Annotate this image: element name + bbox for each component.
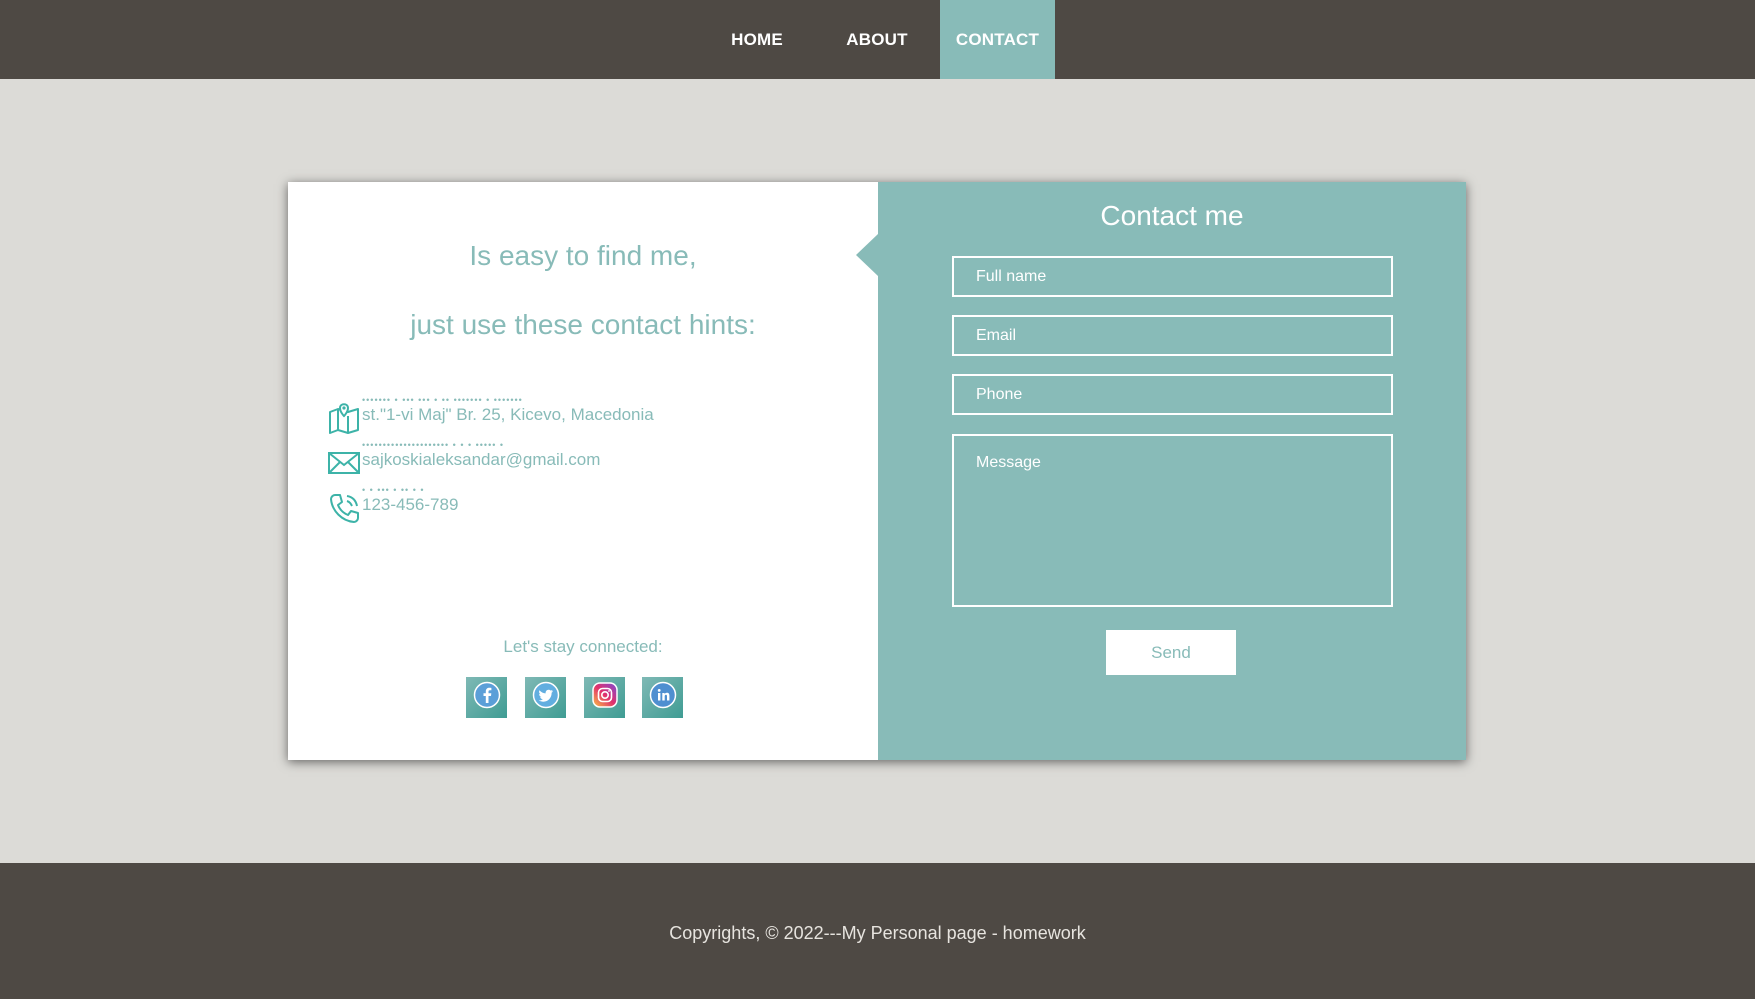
linkedin-link[interactable] (642, 677, 683, 718)
email-decoration-dots: ••••••••••••••••••••• • • • ••••• • (362, 441, 505, 449)
intro-heading-line-2: just use these contact hints: (410, 309, 756, 340)
instagram-link[interactable] (584, 677, 625, 718)
nav-about-link[interactable]: ABOUT (817, 0, 937, 79)
facebook-link[interactable] (466, 677, 507, 718)
top-navbar: HOME ABOUT CONTACT (0, 0, 1755, 79)
stay-connected-label: Let's stay connected: (503, 637, 663, 656)
instagram-icon (591, 681, 619, 714)
copyright-text: Copyrights, © 2022---My Personal page - … (669, 923, 1086, 943)
phone-icon (328, 492, 360, 524)
email-input[interactable]: Email (952, 315, 1393, 356)
twitter-icon (532, 681, 560, 714)
contact-card: Is easy to find me, just use these conta… (288, 182, 1466, 760)
page-footer: Copyrights, © 2022---My Personal page - … (0, 863, 1755, 999)
twitter-link[interactable] (525, 677, 566, 718)
email-text[interactable]: sajkoskialeksandar@gmail.com (362, 450, 600, 470)
address-decoration-dots: ••••••• • ••• ••• • •• ••••••• • ••••••• (362, 396, 523, 404)
fullname-input[interactable]: Full name (952, 256, 1393, 297)
form-title: Contact me (1100, 200, 1244, 231)
send-button[interactable]: Send (1106, 630, 1236, 675)
linkedin-icon (649, 681, 677, 714)
phone-text: 123-456-789 (362, 495, 459, 514)
address-text: st."1-vi Maj" Br. 25, Kicevo, Macedonia (362, 405, 654, 424)
envelope-icon (328, 447, 360, 479)
facebook-icon (473, 681, 501, 714)
map-icon (328, 402, 360, 434)
intro-heading-line-1: Is easy to find me, (469, 240, 697, 271)
nav-contact-link[interactable]: CONTACT (940, 0, 1055, 79)
nav-home-link[interactable]: HOME (712, 0, 802, 79)
contact-info-panel: Is easy to find me, just use these conta… (288, 182, 878, 760)
phone-decoration-dots: • • ••• • •• • • (362, 486, 425, 494)
phone-input[interactable]: Phone (952, 374, 1393, 415)
social-links (466, 677, 706, 719)
message-textarea[interactable]: Message (952, 434, 1393, 607)
contact-form-panel: Contact me Full name Email Phone Message… (856, 182, 1466, 760)
panel-pointer-notch (856, 234, 878, 276)
